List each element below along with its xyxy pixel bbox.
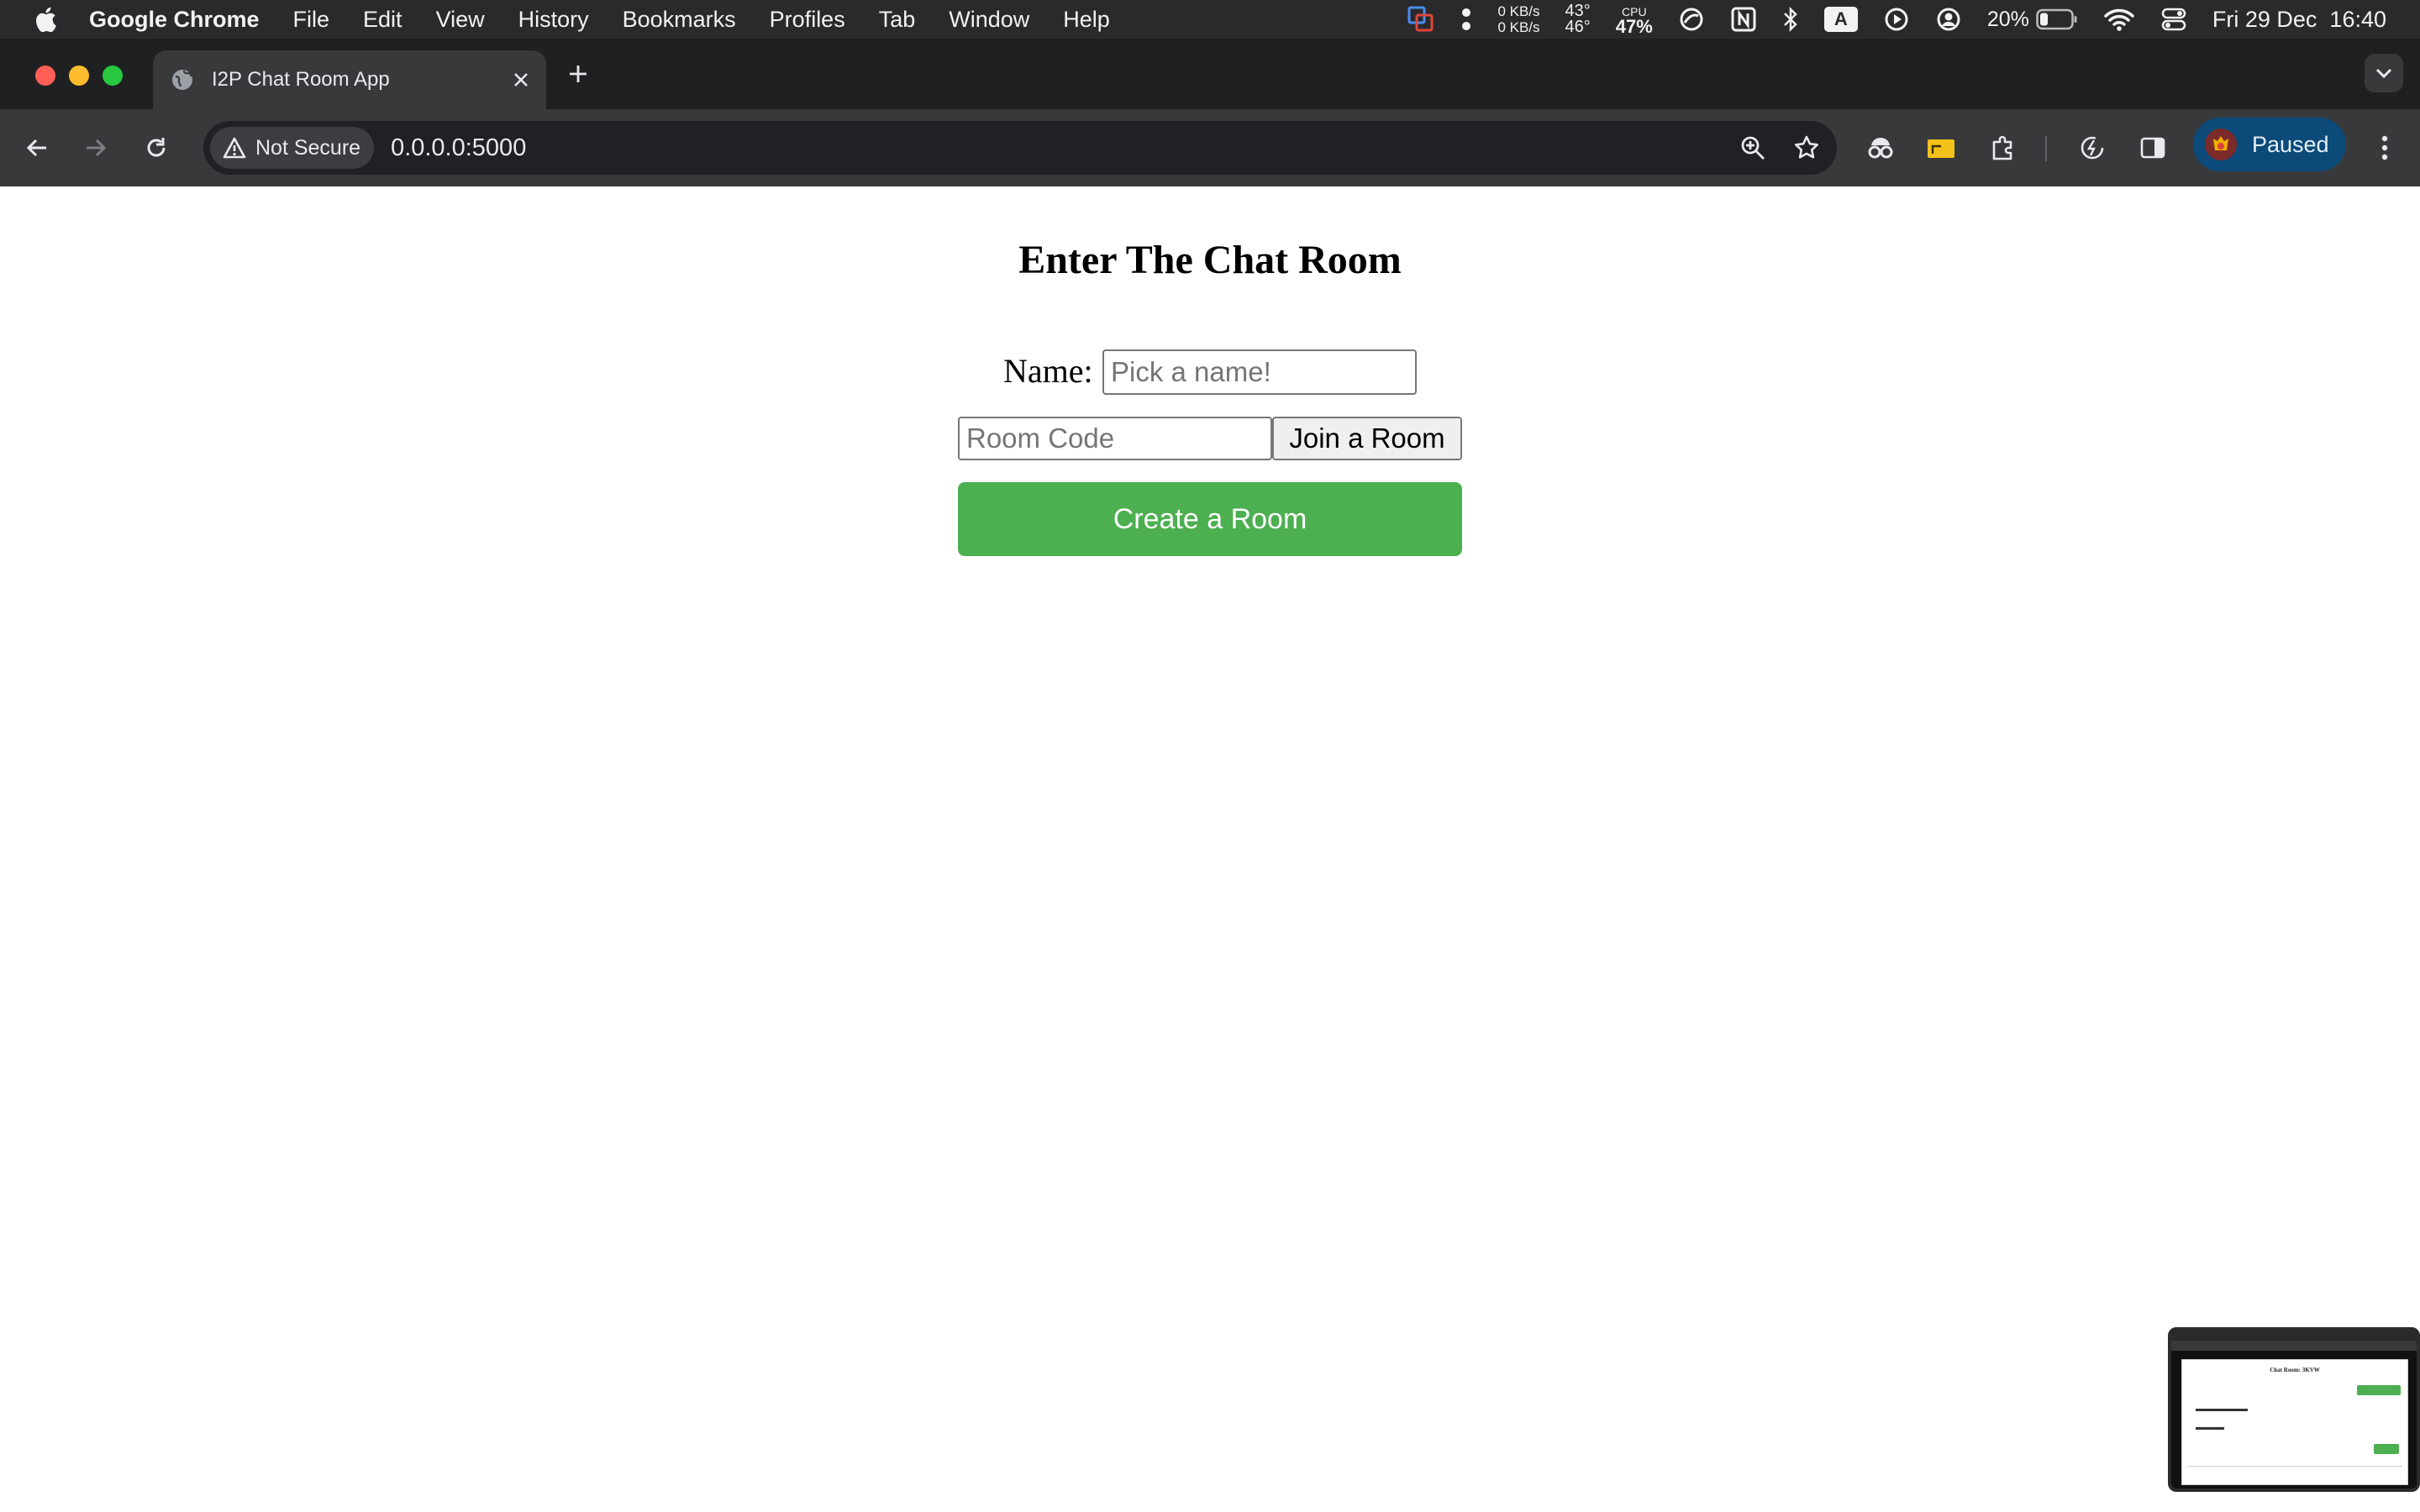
folder-extension-icon[interactable] — [1923, 129, 1960, 166]
profile-paused-chip[interactable]: Paused — [2193, 118, 2346, 171]
browser-toolbar: Not Secure 0.0.0.0:5000 Paused — [0, 109, 2420, 186]
thumbnail-message-bubble — [2357, 1385, 2401, 1395]
menu-window[interactable]: Window — [949, 7, 1029, 33]
network-download: 0 KB/s — [1497, 19, 1540, 35]
notion-icon[interactable] — [1730, 6, 1757, 33]
performance-icon[interactable] — [2074, 129, 2111, 166]
apple-menu-icon[interactable] — [32, 7, 59, 32]
thumbnail-input-row — [2187, 1466, 2402, 1478]
create-room-button[interactable]: Create a Room — [958, 482, 1462, 556]
address-bar[interactable]: Not Secure 0.0.0.0:5000 — [203, 121, 1837, 175]
keyboard-input-label: A — [1823, 7, 1858, 32]
tab-title: I2P Chat Room App — [212, 68, 390, 91]
play-circle-icon[interactable] — [1883, 6, 1910, 33]
battery-icon[interactable] — [2036, 8, 2078, 30]
menu-profiles[interactable]: Profiles — [770, 7, 845, 33]
wifi-icon[interactable] — [2103, 7, 2135, 32]
forward-arrow-icon[interactable] — [77, 129, 114, 166]
menu-app-name[interactable]: Google Chrome — [89, 7, 260, 33]
tab-search-chevron-icon[interactable] — [2365, 54, 2403, 92]
web-page-content: Enter The Chat Room Name: Join a Room Cr… — [0, 186, 2420, 1512]
more-dots-icon[interactable] — [1460, 5, 1472, 34]
security-indicator[interactable]: Not Secure — [210, 127, 375, 169]
user-account-icon[interactable] — [1935, 6, 1962, 33]
toolbar-separator — [2045, 136, 2047, 161]
page-title: Enter The Chat Room — [1018, 238, 1402, 282]
battery-percent[interactable]: 20% — [1987, 8, 2029, 32]
name-label: Name: — [1003, 352, 1093, 390]
browser-tab-strip: I2P Chat Room App — [0, 39, 2420, 109]
browser-tab-active[interactable]: I2P Chat Room App — [153, 50, 546, 109]
thumbnail-chat-page: Chat Room: 3KVW — [2181, 1359, 2408, 1485]
window-close-button[interactable] — [35, 66, 55, 86]
cpu-value: 47% — [1615, 16, 1653, 37]
chrome-menu-kebab-icon[interactable] — [2366, 129, 2403, 166]
thumbnail-toolbar — [2171, 1341, 2417, 1351]
join-room-button[interactable]: Join a Room — [1272, 417, 1462, 460]
screenshot-thumbnail-preview[interactable]: Chat Room: 3KVW — [2168, 1327, 2420, 1492]
incognito-extension-icon[interactable] — [1862, 129, 1899, 166]
thumbnail-title: Chat Room: 3KVW — [2270, 1367, 2320, 1373]
thumbnail-message-line — [2196, 1409, 2248, 1411]
new-tab-icon[interactable] — [561, 57, 595, 91]
menu-view[interactable]: View — [436, 7, 485, 33]
menu-help[interactable]: Help — [1063, 7, 1110, 33]
menu-bookmarks[interactable]: Bookmarks — [623, 7, 736, 33]
window-minimize-button[interactable] — [69, 66, 89, 86]
network-upload: 0 KB/s — [1497, 3, 1540, 19]
screen-share-icon[interactable] — [1407, 5, 1435, 34]
clock-datetime[interactable]: Fri 29 Dec 16:40 — [2212, 7, 2386, 33]
side-panel-icon[interactable] — [2134, 129, 2171, 166]
temperature-readout[interactable]: 43° 46° — [1565, 3, 1591, 35]
profile-avatar — [2205, 129, 2237, 160]
zoom-icon[interactable] — [1734, 129, 1771, 166]
globe-favicon-icon — [170, 67, 195, 92]
url-text[interactable]: 0.0.0.0:5000 — [391, 134, 526, 162]
thumbnail-message-bubble — [2374, 1444, 2399, 1454]
macos-menu-bar: Google Chrome File Edit View History Boo… — [0, 0, 2420, 39]
cpu-readout[interactable]: CPU 47% — [1615, 4, 1653, 37]
security-label: Not Secure — [255, 135, 361, 160]
extensions-puzzle-icon[interactable] — [1985, 129, 2022, 166]
tab-close-icon[interactable] — [504, 63, 538, 97]
menu-history[interactable]: History — [518, 7, 589, 33]
thumbnail-message-line — [2196, 1427, 2224, 1430]
back-arrow-icon[interactable] — [18, 129, 55, 166]
bookmark-star-icon[interactable] — [1788, 129, 1825, 166]
keyboard-input-icon[interactable]: A — [1823, 7, 1858, 32]
profile-status-label: Paused — [2252, 131, 2329, 157]
window-zoom-button[interactable] — [103, 66, 123, 86]
temp-bottom: 46° — [1565, 18, 1591, 36]
warning-triangle-icon — [222, 136, 247, 160]
menu-file[interactable]: File — [293, 7, 330, 33]
thumbnail-menubar — [2171, 1331, 2417, 1341]
menubar-status-area: 0 KB/s 0 KB/s 43° 46° CPU 47% A 20% Fri … — [1381, 0, 2420, 39]
menu-edit[interactable]: Edit — [363, 7, 402, 33]
bluetooth-icon[interactable] — [1782, 6, 1799, 33]
menu-tab[interactable]: Tab — [879, 7, 916, 33]
control-center-icon[interactable] — [2160, 7, 2187, 32]
sync-circle-icon[interactable] — [1678, 6, 1705, 33]
name-input[interactable] — [1102, 349, 1417, 395]
network-speed[interactable]: 0 KB/s 0 KB/s — [1497, 3, 1539, 35]
room-code-input[interactable] — [958, 417, 1272, 460]
reload-icon[interactable] — [138, 129, 175, 166]
